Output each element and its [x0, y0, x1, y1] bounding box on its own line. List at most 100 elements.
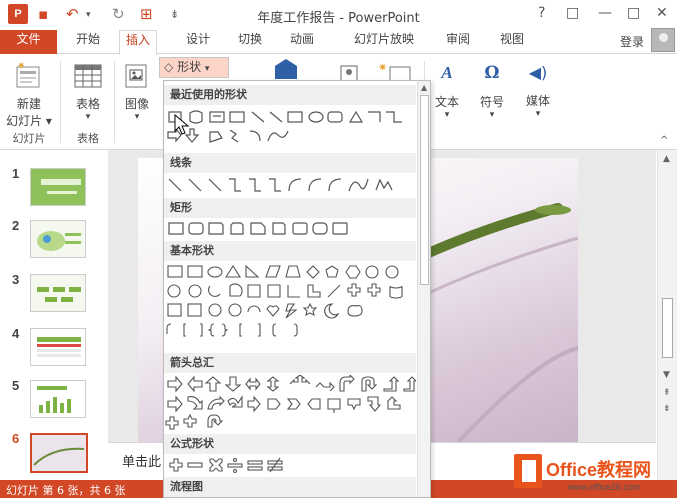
- tab-design[interactable]: 设计: [180, 30, 216, 54]
- rect2-shape-icon: [287, 111, 303, 123]
- flowchart-shape-icon: [209, 131, 223, 143]
- arc-shape-icon: [249, 130, 261, 142]
- media-button[interactable]: ◀) 媒体 ▾: [522, 63, 554, 119]
- lines-shapes-row[interactable]: [164, 176, 416, 196]
- svg-text:✷: ✷: [17, 61, 25, 72]
- slide-number: 6: [12, 431, 20, 446]
- scroll-down-icon[interactable]: ▼: [663, 370, 670, 380]
- shapes-gallery-scroll-thumb[interactable]: [420, 95, 429, 285]
- group-label-slides: 幻灯片: [12, 132, 46, 145]
- mouse-pointer-icon: [174, 114, 190, 135]
- arrow-line-shape-icon: [269, 111, 283, 123]
- new-slide-button[interactable]: ✷ 新建 幻灯片 ▾: [4, 61, 54, 129]
- slide-thumbnail-1[interactable]: [30, 168, 86, 206]
- previous-slide-icon[interactable]: ⇞: [663, 388, 671, 398]
- omega-icon: Ω: [484, 63, 500, 83]
- images-button[interactable]: 图像 ▾: [118, 61, 156, 122]
- shapes-icon: ◇: [164, 60, 174, 74]
- slide-5-preview: [31, 381, 85, 417]
- shapes-button[interactable]: ◇ 形状 ▾: [159, 57, 229, 78]
- shapes-dropdown-icon: ▾: [204, 64, 210, 74]
- recent-shapes-row[interactable]: [164, 108, 416, 148]
- close-button[interactable]: ✕: [656, 5, 668, 21]
- tab-file[interactable]: 文件: [0, 30, 57, 54]
- section-lines: 线条: [164, 153, 416, 173]
- slide-6-preview: [32, 435, 86, 471]
- scroll-up-icon[interactable]: ▲: [663, 154, 670, 164]
- slide-thumbnails-panel: 1 2 3 4 5 6: [0, 150, 108, 480]
- speaker-icon: ◀): [528, 63, 548, 82]
- smartart-icon[interactable]: [273, 57, 299, 81]
- slide-2-preview: [31, 221, 85, 257]
- text-icon: A: [441, 63, 453, 82]
- tab-review[interactable]: 审阅: [440, 30, 476, 54]
- table-button[interactable]: 表格 ▾: [66, 61, 110, 122]
- media-label: 媒体: [525, 94, 550, 108]
- basic-shapes-grid[interactable]: [164, 264, 416, 348]
- next-slide-icon[interactable]: ⇟: [663, 404, 671, 414]
- oval-shape-icon: [308, 111, 324, 123]
- tab-insert[interactable]: 插入: [119, 30, 158, 55]
- rounded-rect-shape-icon: [327, 111, 343, 123]
- slide-number: 2: [12, 218, 20, 233]
- media-dropdown-icon: ▾: [535, 109, 541, 119]
- user-avatar[interactable]: [651, 28, 675, 52]
- slide-number: 4: [12, 326, 20, 341]
- new-slide-label-line2: 幻灯片 ▾: [6, 114, 52, 128]
- slide-thumbnail-3[interactable]: [30, 274, 86, 312]
- ribbon-display-options-button[interactable]: □: [566, 5, 579, 21]
- vertical-textbox-shape-icon: [229, 111, 245, 123]
- slide-3-preview: [31, 275, 85, 311]
- collapse-ribbon-icon[interactable]: ^: [660, 135, 668, 146]
- shapes-gallery-dropdown[interactable]: 最近使用的形状 线条 矩形 基本形状 箭头总汇 公式形状 流程图 ▲: [163, 80, 431, 498]
- svg-text:✷: ✷: [378, 61, 387, 74]
- vertical-scrollbar[interactable]: ▲ ▼ ⇞ ⇟: [657, 150, 677, 480]
- group-label-table: 表格: [77, 132, 99, 145]
- new-slide-label-line1: 新建: [16, 97, 41, 111]
- slide-thumbnail-2[interactable]: [30, 220, 86, 258]
- images-dropdown-icon: ▾: [134, 112, 140, 122]
- slide-1-preview: [31, 169, 85, 205]
- textbox-shape-icon: [209, 111, 225, 123]
- slide-number: 5: [12, 378, 20, 393]
- minimize-button[interactable]: —: [598, 5, 612, 21]
- section-rectangles: 矩形: [164, 198, 416, 218]
- slide-thumbnail-4[interactable]: [30, 328, 86, 366]
- tab-home[interactable]: 开始: [70, 30, 106, 54]
- text-button[interactable]: A 文本 ▾: [432, 63, 462, 120]
- triangle-shape-icon: [348, 110, 364, 123]
- tab-transitions[interactable]: 切换: [232, 30, 268, 54]
- images-label: 图像: [124, 97, 149, 111]
- section-basic-shapes: 基本形状: [164, 241, 416, 261]
- ribbon-separator: [114, 61, 115, 143]
- symbols-dropdown-icon: ▾: [489, 110, 495, 120]
- scrollbar-thumb[interactable]: [662, 298, 673, 358]
- slide-thumbnail-5[interactable]: [30, 380, 86, 418]
- equation-shapes-row[interactable]: [164, 456, 416, 474]
- maximize-button[interactable]: □: [627, 5, 640, 21]
- block-arrows-grid[interactable]: [164, 375, 416, 433]
- help-button[interactable]: ?: [538, 5, 545, 21]
- tab-view[interactable]: 视图: [494, 30, 530, 54]
- rectangles-shapes-row[interactable]: [164, 220, 416, 238]
- table-icon: [74, 64, 102, 88]
- shapes-gallery-scrollbar[interactable]: ▲: [417, 81, 430, 497]
- tab-slideshow[interactable]: 幻灯片放映: [348, 30, 420, 54]
- elbow-arrow-shape-icon: [386, 111, 402, 123]
- office-logo-icon: Office教程网 www.office26.com: [514, 454, 651, 492]
- shapes-label: 形状: [177, 60, 202, 74]
- watermark-logo: Office教程网 www.office26.com: [510, 446, 677, 498]
- section-equation-shapes: 公式形状: [164, 434, 416, 454]
- slide-4-preview: [31, 329, 85, 365]
- scroll-up-icon[interactable]: ▲: [421, 83, 427, 92]
- table-dropdown-icon: ▾: [85, 112, 91, 122]
- text-label: 文本: [434, 95, 459, 109]
- slide-thumbnail-6[interactable]: [30, 433, 88, 473]
- tab-animations[interactable]: 动画: [284, 30, 320, 54]
- section-flowchart: 流程图: [164, 477, 416, 497]
- symbols-button[interactable]: Ω 符号 ▾: [476, 63, 508, 120]
- line-shape-icon: [251, 111, 265, 123]
- slide-number: 1: [12, 166, 20, 181]
- elbow-connector-shape-icon: [368, 111, 381, 122]
- sign-in-link[interactable]: 登录: [620, 33, 644, 50]
